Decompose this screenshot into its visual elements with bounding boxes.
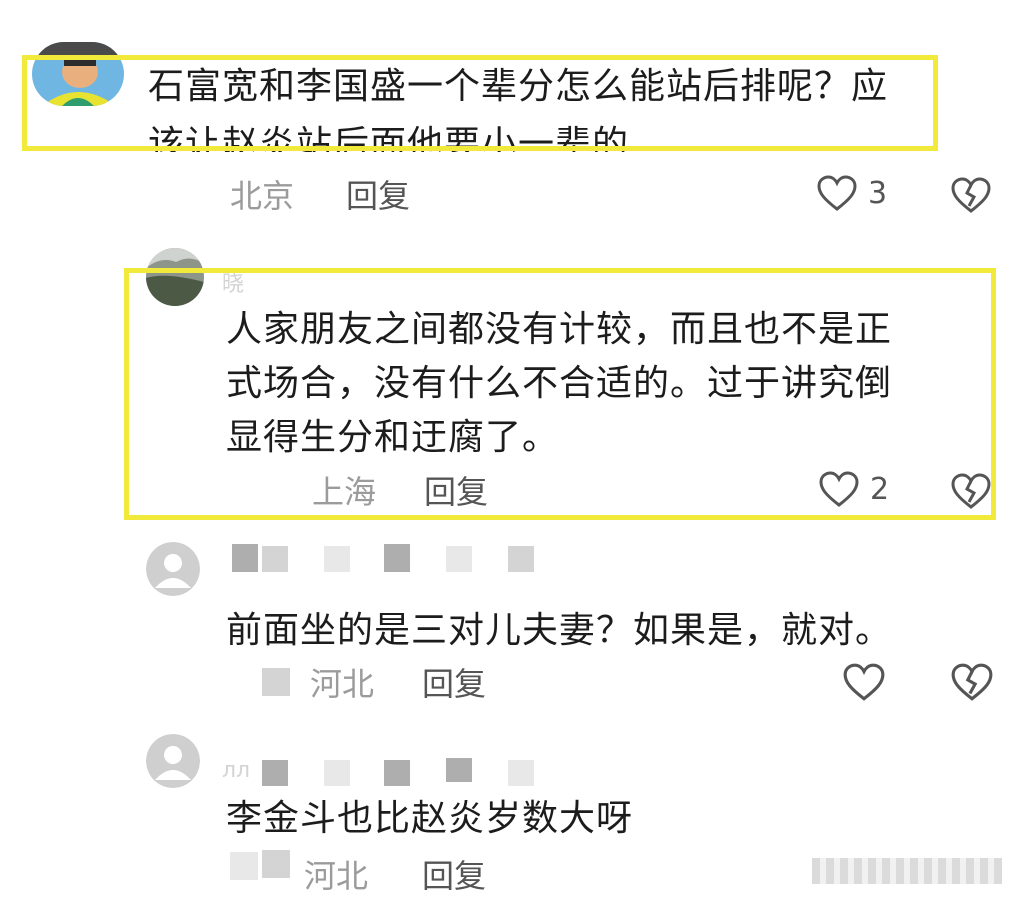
comment-1-like-button[interactable]: 3: [816, 174, 887, 212]
comment-4-reply-button[interactable]: 回复: [422, 856, 486, 896]
comment-1-reply-button[interactable]: 回复: [346, 176, 410, 216]
heart-outline-icon: [817, 175, 857, 211]
broken-heart-icon: [951, 663, 993, 701]
comment-2-location: 上海: [312, 473, 377, 511]
comment-3-like-button[interactable]: [842, 662, 886, 706]
avatar-commenter-1[interactable]: [32, 42, 124, 106]
avatar-commenter-4[interactable]: [146, 734, 200, 788]
comment-3-time-censored: [262, 668, 290, 696]
heart-outline-icon: [843, 663, 885, 701]
comment-1-text-line2: 该让赵炎站后面他要小一辈的: [148, 124, 630, 152]
comment-4-time-censored-2: [262, 850, 290, 878]
comment-1-location: 北京: [230, 177, 295, 215]
comment-2-like-count: 2: [870, 471, 890, 507]
comment-4-text: 李金斗也比赵炎岁数大呀: [226, 798, 634, 839]
avatar-commenter-3[interactable]: [146, 542, 200, 596]
comment-3-location: 河北: [310, 665, 375, 703]
comment-2-dislike-button[interactable]: [950, 472, 992, 514]
comment-3-text: 前面坐的是三对儿夫妻？如果是，就对。: [226, 610, 893, 651]
comment-2-reply-button[interactable]: 回复: [424, 472, 488, 512]
heart-outline-icon: [819, 471, 859, 507]
default-avatar-icon: [146, 734, 200, 788]
comment-2-text-line3: 显得生分和迂腐了。: [226, 417, 560, 458]
comment-4-time-censored: [230, 852, 258, 880]
comment-3-dislike-button[interactable]: [950, 662, 994, 706]
comment-2-like-button[interactable]: 2: [818, 470, 889, 508]
default-avatar-icon: [146, 542, 200, 596]
comment-1-dislike-button[interactable]: [950, 176, 992, 218]
comment-4-author-name[interactable]: лл: [222, 758, 250, 783]
comment-3-reply-button[interactable]: 回复: [422, 664, 486, 704]
watermark-censored: [812, 858, 1002, 884]
comment-2-text-line1: 人家朋友之间都没有计较，而且也不是正: [226, 309, 893, 350]
comment-2-author-name[interactable]: 晓: [222, 266, 244, 298]
comment-1-like-count: 3: [868, 175, 888, 211]
broken-heart-icon: [951, 473, 991, 509]
broken-heart-icon: [951, 177, 991, 213]
avatar-commenter-2[interactable]: [146, 248, 204, 306]
comment-4-location: 河北: [304, 857, 369, 895]
comment-1-text-line1: 石富宽和李国盛一个辈分怎么能站后排呢？应: [148, 66, 889, 107]
comment-2-text-line2: 式场合，没有什么不合适的。过于讲究倒: [226, 363, 893, 404]
